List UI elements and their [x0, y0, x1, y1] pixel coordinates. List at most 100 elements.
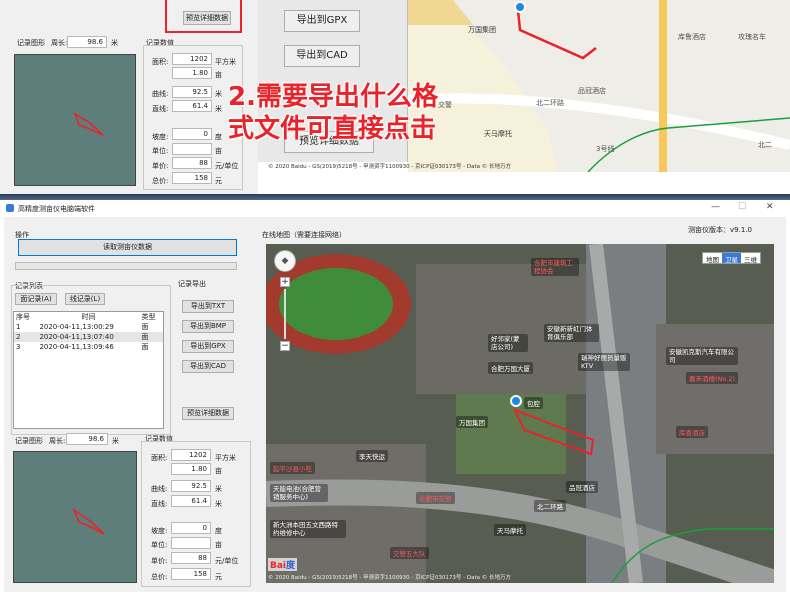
- top-map[interactable]: 万国集团 北二环路 库鲁酒店 攻瑰名车 品冠酒店 天马摩托 交警 3号线 北二: [408, 0, 790, 172]
- map-label-6: 安徽凯克斯汽车有限公司: [666, 347, 738, 365]
- unit-unit: 亩: [215, 541, 222, 549]
- curve-label-top: 曲线:: [152, 90, 169, 98]
- location-pin-top: [514, 1, 526, 13]
- map-label-9: 合肥市交警: [416, 492, 455, 504]
- location-pin[interactable]: [510, 395, 522, 407]
- price-label: 单价:: [151, 557, 168, 565]
- top-map-label-7: 交警: [438, 101, 452, 109]
- col-time[interactable]: 时间: [37, 312, 139, 322]
- top-map-label-6: 天马摩托: [484, 130, 512, 138]
- row-id: 1: [16, 323, 21, 331]
- curve-unit: 米: [215, 485, 222, 493]
- area-label: 面积:: [151, 454, 168, 462]
- version-label: 测亩仪版本：v9.1.0: [688, 226, 752, 234]
- maximize-button[interactable]: ☐: [738, 202, 746, 212]
- unit-value-top[interactable]: [172, 143, 212, 155]
- total-label: 总价:: [151, 573, 168, 581]
- preview-button-top[interactable]: 预览详细数据: [183, 11, 231, 25]
- map-label-7: 嘉禾酒楼(No.2): [686, 372, 738, 384]
- pan-control[interactable]: ◆: [274, 250, 296, 272]
- curve-value-top: 92.5: [172, 86, 212, 98]
- table-row[interactable]: 2 2020-04-11,13:07:40 面: [14, 332, 163, 342]
- export-label: 记录导出: [178, 280, 206, 288]
- price-label-top: 单价:: [152, 162, 169, 170]
- preview-details-button[interactable]: 预览详细数据: [182, 407, 234, 420]
- map-label-10: 库香酒店: [676, 426, 708, 438]
- records-table: 序号 时间 类型 1 2020-04-11,13:00:29 面 2 2020-…: [14, 312, 163, 352]
- map-label-14: 天能电池(合肥营销服务中心): [270, 484, 328, 502]
- row-type: 面: [141, 333, 149, 341]
- line-unit-top: 米: [215, 105, 222, 113]
- area-unit-top: 平方米: [215, 58, 236, 66]
- price-value[interactable]: 88: [171, 552, 211, 564]
- top-map-label-5: 品冠酒店: [578, 87, 606, 95]
- map-label-11: 品冠酒店: [566, 481, 598, 493]
- export-gpx-button[interactable]: 导出到GPX: [182, 340, 234, 353]
- export-cad-button-zoom[interactable]: 导出到CAD: [284, 45, 360, 67]
- shape-preview: [13, 451, 137, 583]
- area-value: 1202: [171, 449, 211, 461]
- row-time: 2020-04-11,13:00:29: [39, 323, 114, 331]
- total-unit: 元: [215, 573, 222, 581]
- table-row[interactable]: 3 2020-04-11,13:09:46 面: [14, 342, 163, 352]
- minimize-button[interactable]: —: [711, 202, 720, 212]
- map-type-map[interactable]: 地图: [703, 253, 722, 264]
- zoom-in-button[interactable]: +: [280, 277, 290, 287]
- export-txt-button[interactable]: 导出到TXT: [182, 300, 234, 313]
- window-title: 高精度测亩仪电脑端软件: [18, 205, 95, 213]
- close-button[interactable]: ✕: [766, 202, 774, 212]
- pin-label: 包腔: [524, 397, 543, 409]
- slope-value[interactable]: 0: [171, 522, 211, 534]
- export-gpx-button-zoom[interactable]: 导出到GPX: [284, 10, 360, 32]
- row-id: 3: [16, 343, 21, 351]
- read-device-button[interactable]: 读取测亩仪数据: [18, 239, 237, 256]
- slope-unit-top: 度: [215, 133, 222, 141]
- app-icon: [6, 204, 14, 212]
- unit-value[interactable]: [171, 537, 211, 549]
- top-map-label-1: 万国集团: [468, 26, 496, 34]
- shape-polygon: [73, 112, 104, 136]
- perimeter-value: 98.6: [67, 36, 107, 48]
- mu-value: 1.80: [171, 463, 211, 475]
- line-label: 直线:: [151, 500, 168, 508]
- row-time: 2020-04-11,13:09:46: [39, 343, 114, 351]
- price-unit: 元/单位: [215, 557, 239, 565]
- progress-bar: [15, 262, 237, 270]
- zoom-slider[interactable]: [284, 289, 286, 339]
- tab-line-records[interactable]: 线记录(L): [65, 293, 105, 305]
- total-value: 158: [171, 568, 211, 580]
- perimeter-unit: 米: [111, 39, 118, 47]
- perimeter-label: 周长:: [51, 39, 68, 47]
- col-type[interactable]: 类型: [140, 312, 163, 322]
- record-graph-label: 记录图形: [17, 39, 45, 47]
- total-value-top: 158: [172, 172, 212, 184]
- top-map-label-9: 北二: [758, 141, 772, 149]
- top-map-label-8: 3号线: [596, 145, 615, 153]
- perimeter-value: 98.6: [66, 433, 108, 445]
- overlay-line-2: 式文件可直接点击: [228, 114, 437, 144]
- map-label-3: 好邻家(蒙店公司): [488, 334, 528, 352]
- table-row[interactable]: 1 2020-04-11,13:00:29 面: [14, 322, 163, 332]
- price-unit-top: 元/单位: [215, 162, 239, 170]
- top-map-label-2: 北二环路: [536, 99, 564, 107]
- price-value-top[interactable]: 88: [172, 157, 212, 169]
- export-cad-button[interactable]: 导出到CAD: [182, 360, 234, 373]
- table-header: 序号 时间 类型: [14, 312, 163, 322]
- tab-area-records[interactable]: 面记录(A): [15, 293, 57, 305]
- area-unit: 平方米: [215, 454, 236, 462]
- top-map-label-4: 攻瑰名车: [738, 33, 766, 41]
- export-bmp-button[interactable]: 导出到BMP: [182, 320, 234, 333]
- zoom-out-button[interactable]: −: [280, 341, 290, 351]
- col-id[interactable]: 序号: [14, 312, 37, 322]
- line-label-top: 直线:: [152, 105, 169, 113]
- record-table: 序号 时间 类型 1 2020-04-11,13:00:29 面 2 2020-…: [13, 311, 164, 429]
- map-label-1: 合肥市建筑工程协会: [531, 258, 579, 276]
- map-label-18: 北二环路: [534, 500, 566, 512]
- map-type-satellite[interactable]: 卫星: [722, 253, 741, 264]
- mu-unit-top: 亩: [215, 71, 222, 79]
- satellite-map[interactable]: 地图 卫星 三维 ◆ + − 包腔 合肥市建筑工程协会 安徽新新虹门体育俱乐部 …: [266, 244, 774, 583]
- area-value-top: 1202: [172, 53, 212, 65]
- baidu-logo: Bai度: [268, 558, 298, 571]
- line-value: 61.4: [171, 495, 211, 507]
- map-type-3d[interactable]: 三维: [741, 253, 760, 264]
